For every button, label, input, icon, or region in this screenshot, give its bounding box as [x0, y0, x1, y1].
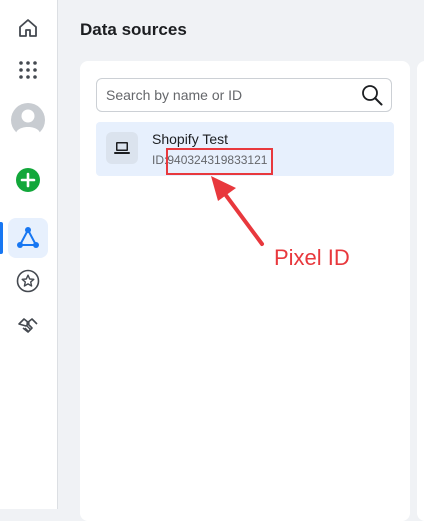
annotation-arrow	[211, 176, 264, 246]
annotation-label: Pixel ID	[274, 245, 350, 270]
